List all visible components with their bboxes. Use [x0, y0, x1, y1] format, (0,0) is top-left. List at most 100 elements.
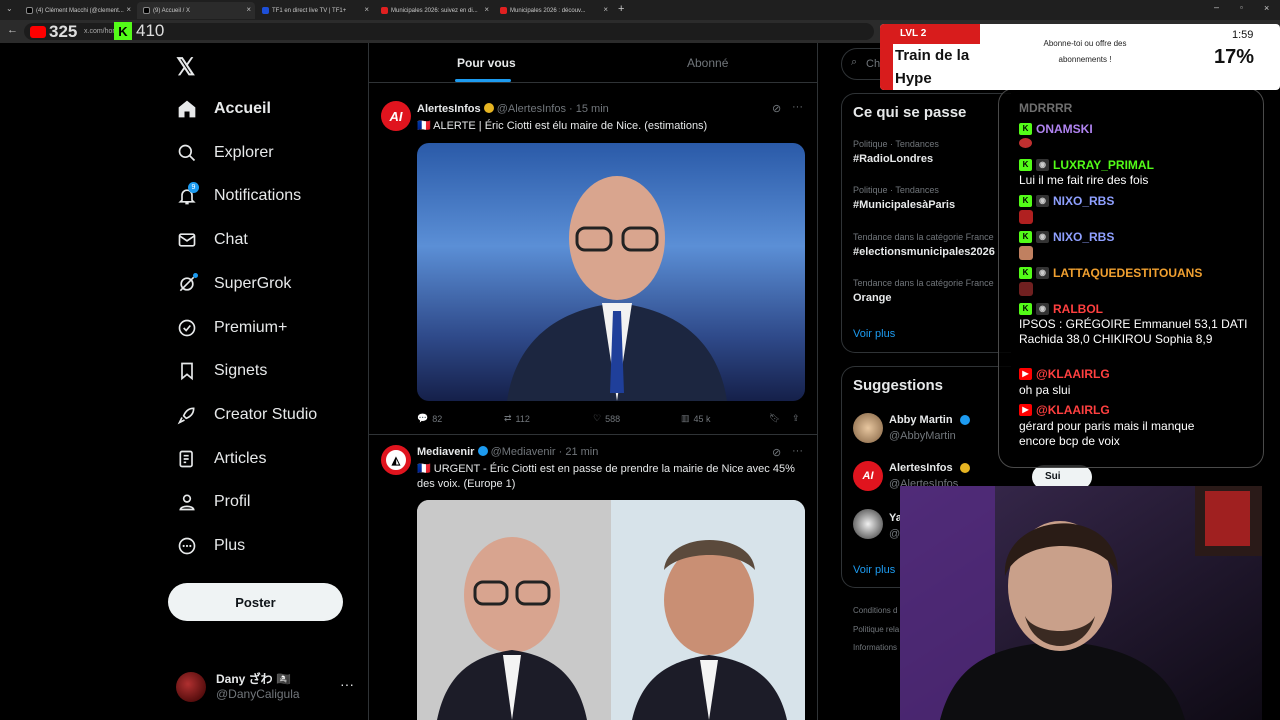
stream-chat-overlay: MDRRRR K ONAMSKI K ◉ LUXRAY_PRIMAL Lui il m…	[998, 88, 1264, 468]
kick-icon: K	[1019, 303, 1032, 315]
suggestion-name[interactable]: AlertesInfos	[889, 462, 953, 474]
reply-button[interactable]: 💬 82	[417, 413, 442, 424]
nav-supergrok[interactable]: SuperGrok	[176, 273, 291, 295]
grok-icon[interactable]: ⊘	[772, 102, 781, 115]
nav-chat[interactable]: Chat	[176, 229, 248, 251]
nav-bookmarks[interactable]: Signets	[176, 360, 267, 382]
tab-menu-icon[interactable]: ⌄	[6, 4, 13, 13]
footer-link[interactable]: Politique rela	[853, 625, 899, 634]
minimize-icon[interactable]: –	[1214, 2, 1219, 12]
tweet-time: · 21 min	[558, 446, 599, 458]
avatar	[176, 672, 206, 702]
tweet-header: AlertesInfos @AlertesInfos · 15 min	[417, 103, 609, 115]
active-tab-indicator	[455, 79, 511, 82]
tweet-avatar[interactable]: ◭	[381, 445, 411, 475]
tab-for-you[interactable]: Pour vous	[457, 56, 516, 70]
browser-tab[interactable]: (4) Clément Macchi (@clement... ×	[20, 2, 135, 19]
tweet-more-icon[interactable]: ···	[792, 445, 803, 457]
trend-item[interactable]: Orange	[853, 292, 892, 304]
streamer-webcam	[900, 486, 1262, 720]
trends-show-more[interactable]: Voir plus	[853, 328, 895, 340]
tweet-author[interactable]: AlertesInfos	[417, 103, 481, 115]
eye-badge-icon: ◉	[1036, 231, 1049, 243]
chat-message: ▶ @KLAAIRLG	[1019, 367, 1110, 381]
trend-item[interactable]: #MunicipalesàParis	[853, 199, 955, 211]
person-portrait-illustration	[507, 176, 727, 401]
back-icon[interactable]: ←	[7, 24, 18, 36]
nav-profile[interactable]: Profil	[176, 491, 250, 513]
browser-tab[interactable]: Municipales 2026: suivez en di... ×	[375, 2, 493, 19]
youtube-favicon-icon	[500, 7, 507, 14]
trend-item[interactable]: #electionsmunicipales2026	[853, 246, 995, 258]
more-icon[interactable]: ···	[340, 676, 354, 692]
chat-text: oh pa slui	[1019, 383, 1071, 397]
tweet-handle[interactable]: @AlertesInfos	[497, 103, 566, 115]
eye-badge-icon: ◉	[1036, 267, 1049, 279]
share-button[interactable]: ⇪	[792, 413, 800, 424]
tab-following[interactable]: Abonné	[687, 56, 728, 70]
nav-explore[interactable]: Explorer	[176, 142, 274, 164]
x-logo-icon[interactable]: 𝕏	[176, 53, 195, 82]
account-switcher[interactable]: Dany ざわ 🏴‍☠️ @DanyCaligula ···	[176, 670, 356, 704]
like-button[interactable]: ♡ 588	[593, 413, 620, 424]
nav-articles[interactable]: Articles	[176, 448, 266, 470]
browser-tab[interactable]: TF1 en direct live TV | TF1+ ×	[256, 2, 373, 19]
eye-badge-icon: ◉	[1036, 303, 1049, 315]
grok-icon[interactable]: ⊘	[772, 446, 781, 459]
close-tab-icon[interactable]: ×	[484, 5, 489, 14]
nav-creator-studio[interactable]: Creator Studio	[176, 404, 317, 426]
nav-home[interactable]: Accueil	[176, 98, 271, 120]
nav-more[interactable]: Plus	[176, 535, 245, 557]
chat-message: K ◉ LATTAQUEDESTITOUANS	[1019, 266, 1202, 280]
nav-notifications[interactable]: 9 Notifications	[176, 182, 301, 207]
youtube-icon: ▶	[1019, 404, 1032, 416]
close-tab-icon[interactable]: ×	[364, 5, 369, 14]
footer-link[interactable]: Informations	[853, 643, 897, 652]
browser-tab-active[interactable]: (9) Accueil / X ×	[137, 2, 255, 19]
tweet-author[interactable]: Mediavenir	[417, 446, 474, 458]
kick-viewer-count: K 410	[114, 21, 164, 41]
retweet-button[interactable]: ⇄ 112	[504, 413, 530, 424]
kick-icon: K	[114, 22, 132, 40]
column-divider	[817, 43, 818, 720]
tweet-photo[interactable]	[417, 500, 805, 720]
new-tab-icon[interactable]: +	[618, 3, 624, 15]
tweet-more-icon[interactable]: ···	[792, 101, 803, 113]
chat-message: K ◉ NIXO_RBS	[1019, 230, 1114, 244]
bookmark-button[interactable]: 🔖︎	[769, 413, 780, 424]
browser-tab[interactable]: Municipales 2026 : découv... ×	[494, 2, 612, 19]
youtube-icon: ▶	[1019, 368, 1032, 380]
kick-icon: K	[1019, 123, 1032, 135]
share-icon: ⇪	[792, 413, 800, 423]
chat-message: K ◉ LUXRAY_PRIMAL	[1019, 158, 1154, 172]
suggestion-name[interactable]: Abby Martin	[889, 414, 953, 426]
verified-icon	[960, 415, 970, 425]
views-button[interactable]: ▥ 45 k	[681, 413, 711, 424]
verified-icon	[477, 446, 488, 456]
close-tab-icon[interactable]: ×	[126, 5, 131, 14]
suggestions-show-more[interactable]: Voir plus	[853, 564, 895, 576]
heart-icon: ♡	[593, 413, 602, 423]
close-tab-icon[interactable]: ×	[603, 5, 608, 14]
tweet-text: 🇫🇷 ALERTE | Éric Ciotti est élu maire de…	[417, 120, 708, 132]
maximize-icon[interactable]: ▫	[1240, 3, 1243, 12]
tf1-favicon-icon	[262, 7, 269, 14]
search-icon: ⌕	[851, 56, 858, 68]
close-window-icon[interactable]: ×	[1264, 3, 1269, 13]
tweet-avatar[interactable]: AI	[381, 101, 411, 131]
tweet-divider	[369, 434, 817, 435]
column-divider	[368, 43, 369, 720]
chat-text: gérard pour paris mais il manque encore …	[1019, 419, 1195, 448]
tweet-handle[interactable]: @Mediavenir	[491, 446, 556, 458]
post-button[interactable]: Poster	[168, 583, 343, 621]
trend-item[interactable]: #RadioLondres	[853, 153, 933, 165]
more-circle-icon	[176, 535, 198, 557]
footer-link[interactable]: Conditions d	[853, 606, 897, 615]
trend-category: Politique · Tendances	[853, 185, 939, 195]
mediavenir-logo-icon: ◭	[391, 454, 401, 467]
tweet-photo[interactable]	[417, 143, 805, 401]
grok-icon	[176, 273, 198, 295]
nav-premium[interactable]: Premium+	[176, 317, 287, 339]
eye-badge-icon: ◉	[1036, 159, 1049, 171]
close-tab-icon[interactable]: ×	[246, 5, 251, 14]
